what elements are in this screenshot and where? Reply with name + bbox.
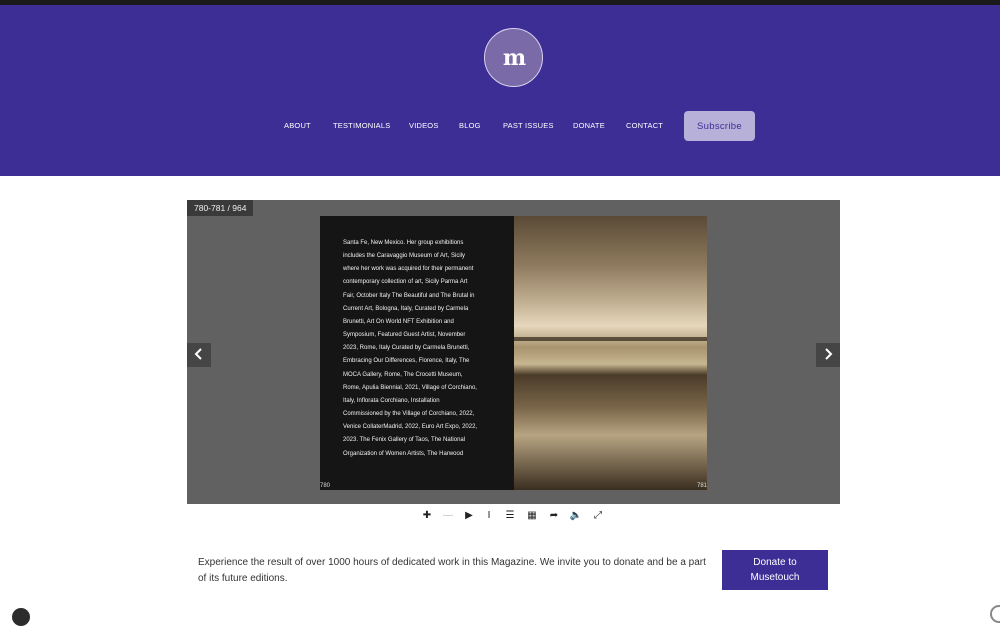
page-text-line: Brunetti, Art On World NFT Exhibition an… [343,318,454,325]
page-text-line: Santa Fe, New Mexico. Her group exhibiti… [343,240,464,246]
page-text-line: Symposium, Featured Guest Artist, Novemb… [343,332,466,339]
left-page[interactable]: Santa Fe, New Mexico. Her group exhibiti… [320,216,514,490]
donate-button[interactable]: Donate to Musetouch [722,550,828,590]
logo-mark: m [502,44,526,71]
scroll-top-button[interactable] [990,605,1000,623]
page-text-line: Italy, Inflorata Corchiano, Installation [343,397,440,404]
fullscreen-icon[interactable]: ⤢ [591,509,605,523]
main-nav: ABOUT TESTIMONIALS VIDEOS BLOG PAST ISSU… [0,121,1000,135]
page-counter: 780-781 / 964 [187,200,254,216]
page-text-line: MOCA Gallery, Rome, The Crocetti Museum, [343,371,463,378]
page-text-line: 2023, Rome, Italy Curated by Carmela Bru… [343,345,470,352]
page-text-line: Organization of Women Artists, The Harwo… [343,450,464,457]
left-page-text: Santa Fe, New Mexico. Her group exhibiti… [343,237,493,461]
prev-page-button[interactable] [187,343,211,367]
text-select-icon[interactable]: I [482,509,496,523]
zoom-in-icon[interactable]: ✚ [420,509,434,523]
flipbook-viewer[interactable]: 780-781 / 964 Santa Fe, New Mexico. Her … [187,200,840,504]
right-page-photo[interactable]: 781 [514,216,707,490]
page-spread[interactable]: Santa Fe, New Mexico. Her group exhibiti… [320,216,707,490]
thumbnails-icon[interactable]: ▦ [525,509,539,523]
nav-donate[interactable]: DONATE [573,121,605,130]
photo-horizon [514,337,707,341]
page-text-line: Fair, October Italy The Beautiful and Th… [343,292,475,299]
next-page-button[interactable] [816,343,840,367]
page-text-line: Embracing Our Differences, Florence, Ita… [343,358,470,365]
nav-blog[interactable]: BLOG [459,121,481,130]
page-text-line: where her work was acquired for their pe… [343,266,474,273]
zoom-out-icon[interactable]: — [441,509,455,523]
page-text-line: Venice CollaterMadrid, 2022, Euro Art Ex… [343,424,478,431]
site-logo[interactable]: m [484,28,543,87]
page-text-line: includes the Caravaggio Museum of Art, S… [343,253,466,260]
play-icon[interactable]: ▶ [462,509,476,523]
page-text-line: Current Art, Bologna, Italy, Curated by … [343,305,469,312]
page-text-line: Rome, Apulia Biennial, 2021, Village of … [343,384,477,391]
page-text-line: 2023. The Fenix Gallery of Taos, The Nat… [343,437,466,444]
left-page-number: 780 [320,483,331,489]
chevron-right-icon [823,347,833,363]
toc-icon[interactable]: ☰ [503,509,517,523]
sound-icon[interactable]: 🔈 [569,509,583,523]
subscribe-button[interactable]: Subscribe [684,111,755,141]
right-page-number: 781 [696,483,707,489]
page-text-line: contemporary collection of art, Sicily P… [343,279,468,286]
nav-videos[interactable]: VIDEOS [409,121,439,130]
nav-about[interactable]: ABOUT [284,121,311,130]
nav-contact[interactable]: CONTACT [626,121,663,130]
share-icon[interactable]: ➦ [547,509,561,523]
nav-past-issues[interactable]: PAST ISSUES [503,121,554,130]
page-text-line: Commissioned by the Village of Corchiano… [343,411,475,418]
site-header: m ABOUT TESTIMONIALS VIDEOS BLOG PAST IS… [0,5,1000,176]
donation-message: Experience the result of over 1000 hours… [198,557,706,584]
chevron-left-icon [194,347,204,363]
nav-testimonials[interactable]: TESTIMONIALS [333,121,390,130]
donate-button-line1: Donate to [753,557,797,568]
donate-button-line2: Musetouch [750,572,800,583]
